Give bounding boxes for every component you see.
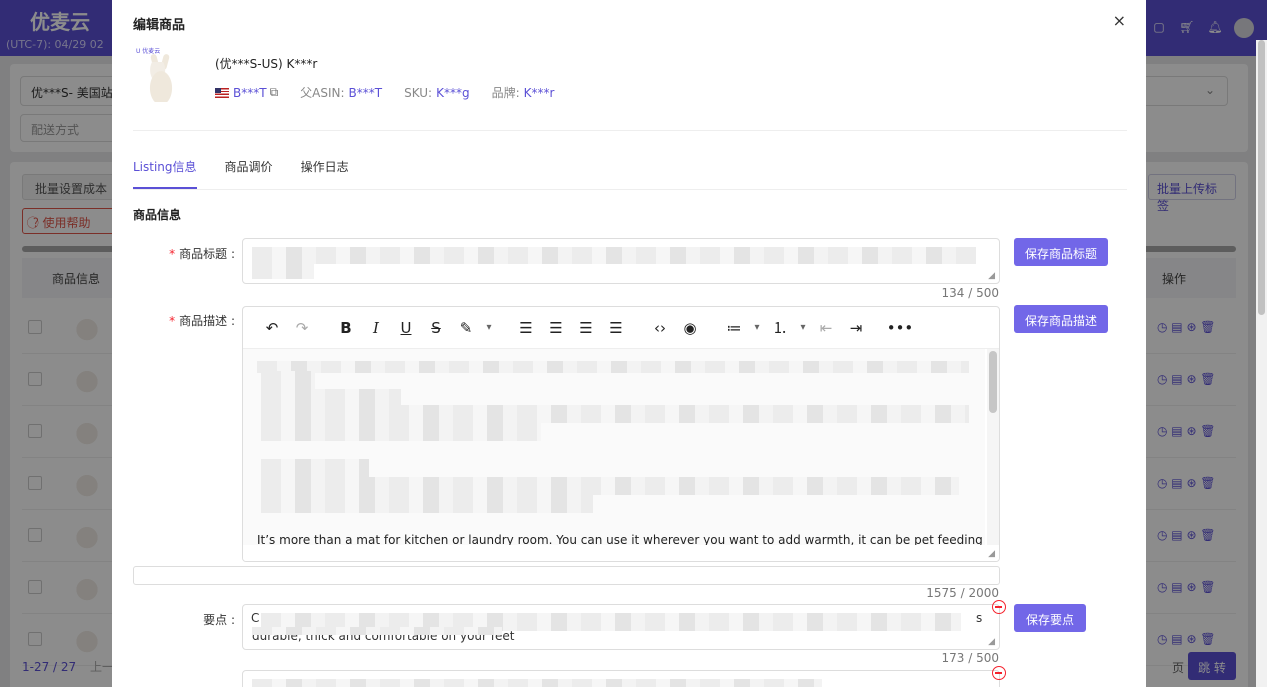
- bullet-list-icon[interactable]: ≔: [719, 313, 749, 343]
- italic-icon[interactable]: I: [361, 313, 391, 343]
- brand-label: 品牌:: [491, 86, 520, 100]
- close-icon[interactable]: ×: [1113, 11, 1126, 30]
- tab-listing-info[interactable]: Listing信息: [133, 158, 197, 189]
- desc-label: * 商品描述 :: [169, 314, 235, 328]
- chevron-down-icon[interactable]: ▾: [749, 313, 765, 343]
- us-flag-icon: [215, 87, 229, 98]
- description-editor: ↶ ↷ B I U S ✎ ▾ ☰ ☰ ☰ ☰ ‹› ◉ ≔ ▾ ⒈ ▾ ⇤ ⇥…: [242, 306, 1000, 562]
- chevron-down-icon[interactable]: ▾: [795, 313, 811, 343]
- code-icon[interactable]: ‹›: [645, 313, 675, 343]
- numbered-list-icon[interactable]: ⒈: [765, 313, 795, 343]
- editor-scrollbar[interactable]: [987, 349, 999, 545]
- desc-extra-field[interactable]: [133, 566, 1000, 585]
- brand-value: K***r: [523, 85, 555, 100]
- points-label: 要点 :: [203, 613, 235, 627]
- page-scrollbar[interactable]: [1256, 40, 1267, 687]
- sku-value: K***g: [436, 85, 470, 100]
- undo-icon[interactable]: ↶: [257, 313, 287, 343]
- align-right-icon[interactable]: ☰: [571, 313, 601, 343]
- asin-link[interactable]: B***T: [233, 86, 267, 100]
- product-meta: B***T ⧉ 父ASIN: B***T SKU: K***g 品牌: K***…: [215, 84, 554, 101]
- edit-product-modal: 编辑商品 × U 优麦云 (优***S-US) K***r B***T ⧉ 父A…: [112, 0, 1146, 687]
- align-center-icon[interactable]: ☰: [541, 313, 571, 343]
- redo-icon[interactable]: ↷: [287, 313, 317, 343]
- parent-asin-label: 父ASIN:: [300, 86, 345, 100]
- sku-label: SKU:: [404, 85, 433, 100]
- section-title: 商品信息: [133, 208, 182, 222]
- tabs-divider: [133, 189, 1127, 190]
- bold-icon[interactable]: B: [331, 313, 361, 343]
- points-counter: 173 / 500: [941, 651, 999, 665]
- indent-icon[interactable]: ⇥: [841, 313, 871, 343]
- outdent-icon[interactable]: ⇤: [811, 313, 841, 343]
- highlight-icon[interactable]: ✎: [451, 313, 481, 343]
- page-scrollbar-thumb[interactable]: [1258, 40, 1265, 315]
- tab-price-adjust[interactable]: 商品调价: [225, 158, 273, 189]
- points-text-start: C: [251, 611, 260, 625]
- align-left-icon[interactable]: ☰: [511, 313, 541, 343]
- external-link-icon[interactable]: ⧉: [270, 85, 279, 100]
- title-textarea[interactable]: ◢: [242, 238, 1000, 284]
- underline-icon[interactable]: U: [391, 313, 421, 343]
- strikethrough-icon[interactable]: S: [421, 313, 451, 343]
- tab-bar: Listing信息 商品调价 操作日志: [133, 158, 349, 189]
- remove-point-icon[interactable]: [992, 600, 1006, 614]
- chevron-down-icon[interactable]: ▾: [481, 313, 497, 343]
- title-counter: 134 / 500: [941, 286, 999, 300]
- editor-scrollbar-thumb[interactable]: [989, 351, 997, 413]
- resize-handle[interactable]: ◢: [988, 271, 995, 281]
- editor-toolbar: ↶ ↷ B I U S ✎ ▾ ☰ ☰ ☰ ☰ ‹› ◉ ≔ ▾ ⒈ ▾ ⇤ ⇥…: [243, 307, 999, 349]
- editor-content[interactable]: It’s more than a mat for kitchen or laun…: [243, 349, 985, 545]
- resize-handle[interactable]: ◢: [988, 637, 995, 647]
- points-textarea-2[interactable]: [242, 670, 1000, 687]
- desc-visible-text: It’s more than a mat for kitchen or laun…: [257, 533, 985, 545]
- product-image: U 优麦云: [134, 46, 186, 106]
- desc-counter: 1575 / 2000: [926, 586, 999, 600]
- more-icon[interactable]: •••: [885, 313, 915, 343]
- remove-point-icon[interactable]: [992, 666, 1006, 680]
- parent-asin-value: B***T: [348, 85, 383, 100]
- product-name: (优***S-US) K***r: [215, 57, 318, 71]
- preview-eye-icon[interactable]: ◉: [675, 313, 705, 343]
- align-justify-icon[interactable]: ☰: [601, 313, 631, 343]
- modal-title: 编辑商品: [133, 18, 186, 33]
- divider: [133, 130, 1127, 131]
- editor-footer: ◢: [243, 545, 999, 561]
- save-desc-button[interactable]: 保存商品描述: [1014, 305, 1108, 333]
- save-points-button[interactable]: 保存要点: [1014, 604, 1086, 632]
- tab-operation-log[interactable]: 操作日志: [301, 158, 349, 189]
- save-title-button[interactable]: 保存商品标题: [1014, 238, 1108, 266]
- title-label: * 商品标题 :: [169, 247, 235, 261]
- points-text-end: s: [976, 611, 983, 625]
- image-brand: U 优麦云: [136, 48, 161, 55]
- resize-handle[interactable]: ◢: [988, 549, 995, 559]
- points-textarea-1[interactable]: C s durable, thick and comfortable on yo…: [242, 604, 1000, 650]
